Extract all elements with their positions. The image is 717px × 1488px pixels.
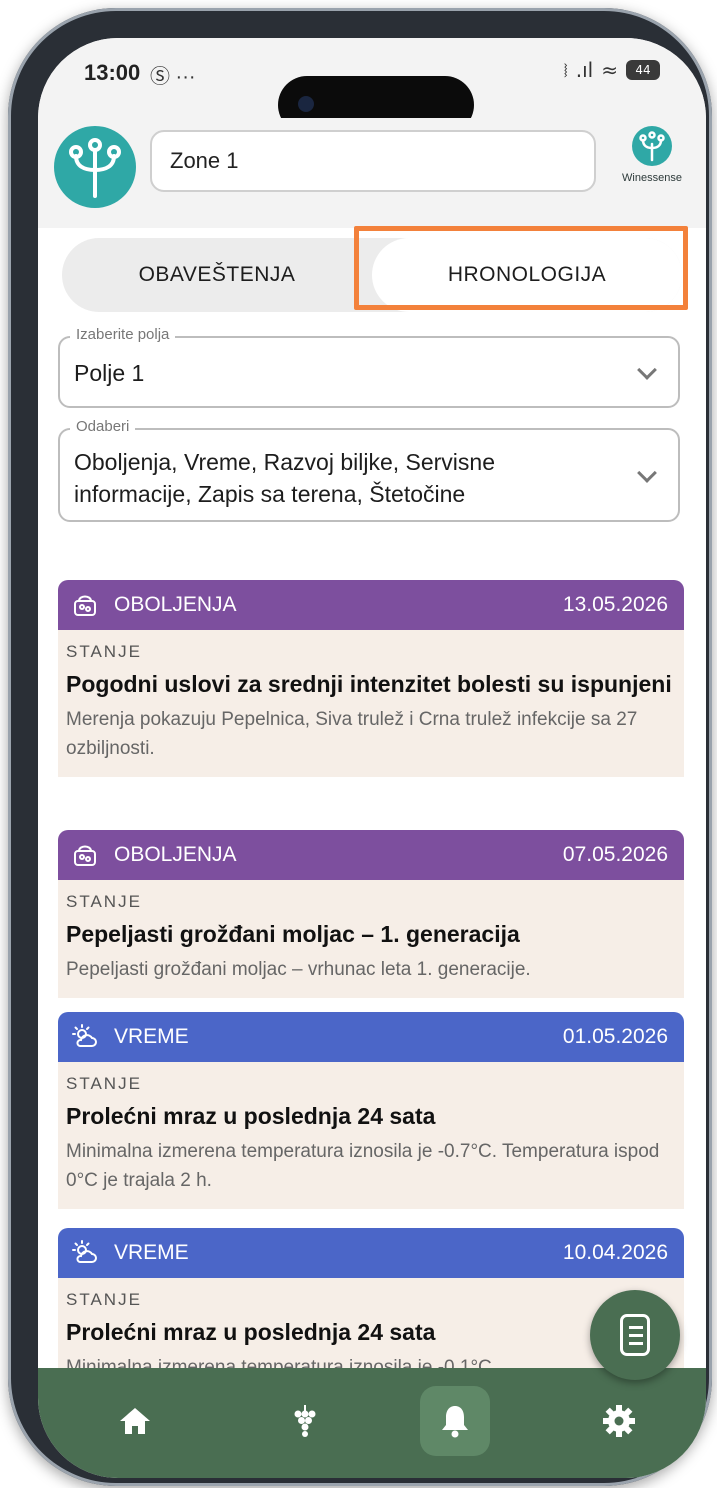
field-select-value: Polje 1: [74, 360, 145, 386]
card-state-label: STANJE: [66, 642, 142, 661]
brand-badge: Winessense: [610, 126, 694, 184]
card-category: OBOLJENJA: [114, 593, 237, 616]
tab-obavestenja[interactable]: OBAVEŠTENJA: [62, 238, 372, 312]
card-body: STANJE Pepeljasti grožđani moljac – 1. g…: [58, 880, 684, 998]
status-bar: 13:00 Ⓢ ··· ⧘ .ıl ≈ 44: [38, 38, 706, 134]
event-card[interactable]: VREME 01.05.2026 STANJE Prolećni mraz u …: [58, 1012, 684, 1209]
brand-logo-icon: [632, 126, 672, 166]
battery-icon: 44: [626, 60, 660, 80]
zone-selector[interactable]: Zone 1: [150, 130, 596, 192]
card-date: 07.05.2026: [562, 843, 668, 866]
card-title: Prolećni mraz u poslednja 24 sata: [66, 1103, 436, 1129]
event-card[interactable]: OBOLJENJA 13.05.2026 STANJE Pogodni uslo…: [58, 580, 684, 777]
card-category: OBOLJENJA: [114, 843, 237, 866]
card-title: Pogodni uslovi za srednji intenzitet bol…: [66, 671, 672, 697]
card-date: 10.04.2026: [562, 1241, 668, 1264]
category-select[interactable]: Odaberi Oboljenja, Vreme, Razvoj biljke,…: [58, 418, 680, 522]
grape-icon: [294, 1405, 316, 1437]
card-state-label: STANJE: [66, 892, 142, 911]
document-icon: [620, 1314, 650, 1356]
card-header: OBOLJENJA 13.05.2026: [58, 580, 684, 630]
chevron-down-icon: [637, 360, 657, 380]
nav-settings[interactable]: [584, 1386, 654, 1456]
bottom-nav: [38, 1368, 706, 1478]
app-screen: 13:00 Ⓢ ··· ⧘ .ıl ≈ 44 Zone 1 Winessense…: [38, 38, 706, 1478]
card-description: Pepeljasti grožđani moljac – vrhunac let…: [66, 959, 531, 980]
card-header: VREME 10.04.2026: [58, 1228, 684, 1278]
disease-icon: [74, 595, 96, 616]
card-date: 01.05.2026: [562, 1025, 668, 1048]
home-icon: [120, 1408, 150, 1434]
nav-vineyard[interactable]: [270, 1386, 340, 1456]
nav-notifications[interactable]: [420, 1386, 490, 1456]
phone-frame: 13:00 Ⓢ ··· ⧘ .ıl ≈ 44 Zone 1 Winessense…: [8, 8, 712, 1486]
field-select[interactable]: Izaberite polja Polje 1: [58, 326, 680, 408]
card-state-label: STANJE: [66, 1074, 142, 1093]
field-select-legend: Izaberite polja: [70, 326, 176, 343]
event-card[interactable]: OBOLJENJA 07.05.2026 STANJE Pepeljasti g…: [58, 830, 684, 998]
signal-icon: .ıl: [575, 58, 594, 82]
card-title: Pepeljasti grožđani moljac – 1. generaci…: [66, 921, 520, 947]
status-notifications: Ⓢ ···: [150, 66, 196, 88]
camera-icon: [298, 96, 314, 112]
weather-icon: [72, 1024, 97, 1047]
card-title: Prolećni mraz u poslednja 24 sata: [66, 1319, 436, 1345]
nav-home[interactable]: [100, 1386, 170, 1456]
card-header: VREME 01.05.2026: [58, 1012, 684, 1062]
card-header: OBOLJENJA 07.05.2026: [58, 830, 684, 880]
system-icons: ⧘ .ıl ≈ 44: [564, 58, 660, 82]
bell-icon: [442, 1406, 468, 1438]
card-category: VREME: [114, 1025, 189, 1048]
mute-icon: ⧘: [563, 58, 568, 82]
card-description: Merenja pokazuju Pepelnica, Siva trulež …: [66, 709, 638, 759]
vine-logo-icon[interactable]: [54, 126, 136, 208]
weather-icon: [72, 1240, 97, 1263]
gear-icon: [603, 1405, 635, 1437]
chevron-down-icon: [637, 463, 657, 483]
tab-highlight-box: [354, 226, 688, 310]
card-body: STANJE Pogodni uslovi za srednji intenzi…: [58, 630, 684, 777]
report-fab-button[interactable]: [590, 1290, 680, 1380]
card-date: 13.05.2026: [562, 593, 668, 616]
disease-icon: [74, 845, 96, 866]
category-select-legend: Odaberi: [70, 418, 136, 435]
card-state-label: STANJE: [66, 1290, 142, 1309]
brand-name: Winessense: [622, 172, 682, 184]
wifi-icon: ≈: [601, 58, 618, 82]
card-category: VREME: [114, 1241, 189, 1264]
main-content: OBAVEŠTENJA HRONOLOGIJA Izaberite polja …: [38, 226, 706, 1396]
app-header: Zone 1 Winessense: [38, 118, 706, 228]
card-description: Minimalna izmerena temperatura iznosila …: [66, 1141, 660, 1191]
card-body: STANJE Prolećni mraz u poslednja 24 sata…: [58, 1062, 684, 1209]
status-time: 13:00: [84, 60, 141, 85]
category-select-value: Oboljenja, Vreme, Razvoj biljke, Servisn…: [74, 449, 495, 507]
